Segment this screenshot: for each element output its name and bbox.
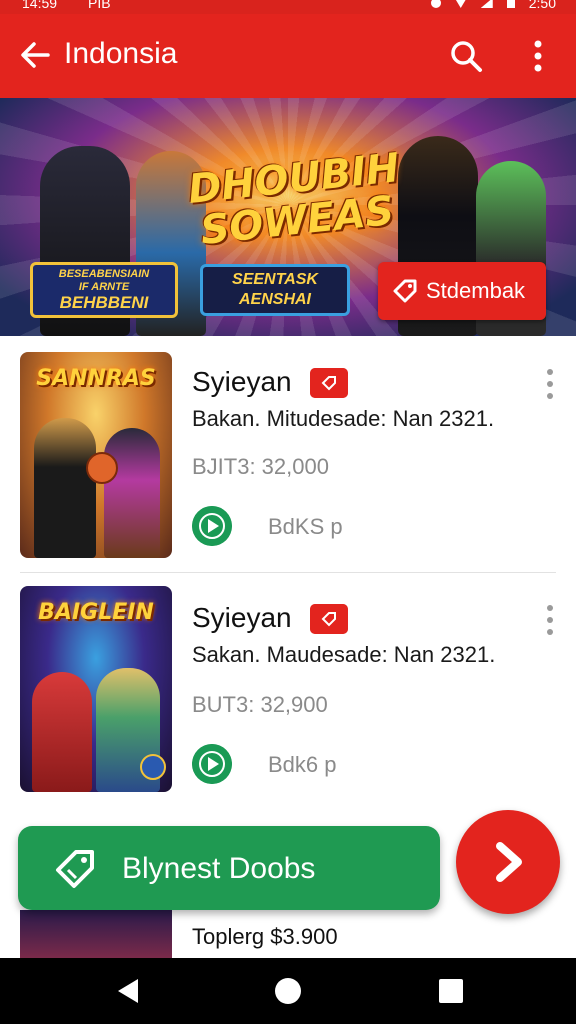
status-icons: 2:50 [430,0,556,11]
alarm-icon [430,0,441,8]
signal-icon [480,0,493,8]
battery-icon [506,0,515,8]
tag-icon [393,279,417,303]
list-item-partial[interactable]: Toplerg $3.900 [0,910,576,958]
list-item[interactable]: BAIGLEIN Syieyan Sakan. Maudesade: Nan 2… [0,574,576,810]
banner-card-left-line-3: BEHBBENI [59,293,149,312]
status-time-left: 14:59 [22,0,58,11]
divider [20,572,556,573]
thumb-figure-1 [32,672,92,792]
wifi-icon [454,0,467,8]
item-thumbnail[interactable]: SANNRAS [20,352,172,558]
thumb-figure-1 [34,418,96,558]
chevron-right-icon [496,842,522,882]
thumb-figure-2 [104,428,160,558]
banner-card-middle-line-2: AENSHAI [238,291,311,308]
arrow-back-icon[interactable] [18,38,52,72]
item-name: Syieyan [192,602,292,633]
item-more-icon[interactable] [540,602,560,638]
tag-icon [56,850,94,888]
item-price: BJIT3: 32,000 [192,454,329,479]
app-bar: Indonsia [0,14,576,98]
nav-back-icon[interactable] [114,976,144,1006]
item-thumbnail-title: SANNRAS [36,366,156,391]
app-screen: 14:59 PIB 2:50 Indonsia DHOUBIH SOWEAS B… [0,0,576,1024]
item-more-icon[interactable] [540,366,560,402]
status-carrier: PIB [88,0,111,11]
basketball-icon [86,452,118,484]
sale-badge-icon [310,368,348,398]
more-vert-icon[interactable] [526,38,550,74]
item-description: Sakan. Maudesade: Nan 2321. [192,642,496,667]
item-thumbnail[interactable] [20,910,172,958]
status-bar: 14:59 PIB 2:50 [0,0,576,14]
nav-home-icon[interactable] [273,976,303,1006]
item-action-label: BdKS p [268,514,343,539]
nav-recents-icon[interactable] [436,976,466,1006]
sale-badge-icon [310,604,348,634]
banner-card-left-line-2: IF ARNTE [78,281,130,293]
list-item[interactable]: SANNRAS Syieyan Bakan. Mitudesade: Nan 2… [0,336,576,573]
extended-action-button[interactable]: Blynest Doobs [18,826,440,910]
item-action-label: Bdk6 p [268,752,337,777]
item-description: Bakan. Mitudesade: Nan 2321. [192,406,495,431]
item-price: BUT3: 32,900 [192,692,328,717]
item-thumbnail-title: BAIGLEIN [38,600,154,625]
banner-cta-button[interactable]: Stdembak [378,262,546,320]
banner-cta-label: Stdembak [426,278,526,303]
status-time-right: 2:50 [528,0,556,11]
play-icon[interactable] [192,506,232,546]
system-nav-bar [0,958,576,1024]
play-icon[interactable] [192,744,232,784]
item-thumbnail[interactable]: BAIGLEIN [20,586,172,792]
item-name: Syieyan [192,366,292,397]
page-title: Indonsia [64,37,178,70]
banner-card-left-line-1: BESEABENSIAIN [58,268,150,280]
spark-icon [140,754,166,780]
next-fab-button[interactable] [456,810,560,914]
banner-card-middle: SEENTASK AENSHAI [200,264,350,316]
promo-banner[interactable]: DHOUBIH SOWEAS BESEABENSIAIN IF ARNTE BE… [0,98,576,336]
banner-card-left: BESEABENSIAIN IF ARNTE BEHBBENI [30,262,178,318]
search-icon[interactable] [448,38,484,74]
item-total: Toplerg $3.900 [192,924,338,949]
extended-action-label: Blynest Doobs [122,852,316,885]
banner-card-middle-line-1: SEENTASK [232,271,318,288]
